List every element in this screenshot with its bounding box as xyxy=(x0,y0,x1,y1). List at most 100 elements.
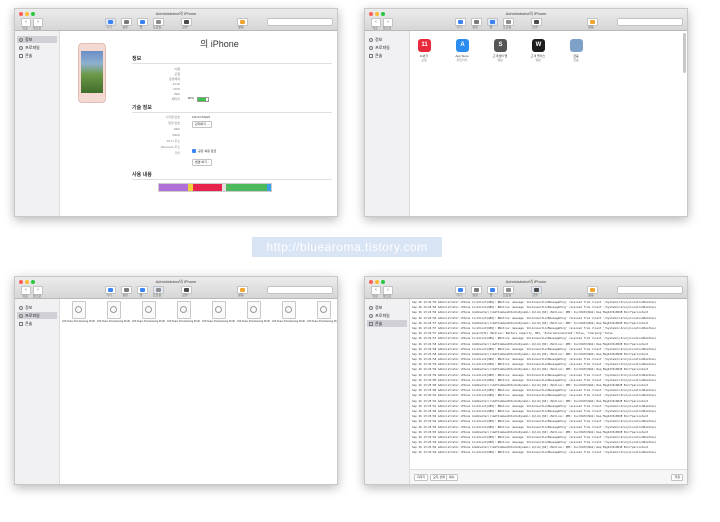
app-icon[interactable] xyxy=(570,39,583,52)
window-title: Administrator의 iPhone xyxy=(505,11,547,16)
log-line: Sep 26 13:24:59 Administrator-iPhone Com… xyxy=(412,367,649,372)
log-line: Sep 26 13:25:03 Administrator-iPhone loc… xyxy=(412,424,657,429)
sidebar-item-2[interactable]: 콘솔 xyxy=(17,320,57,327)
toolbar-label: 프로필 xyxy=(502,293,512,297)
log-line: Sep 26 13:25:02 Administrator-iPhone loc… xyxy=(412,419,657,424)
window-console: Administrator의 iPhone ‹ › 뒤로 앞으로 기기 설정 앱 프로필 콘솔 활동… xyxy=(364,276,688,485)
sidebar-item-label: 콘솔 xyxy=(25,53,33,58)
app-icon[interactable]: W xyxy=(532,39,545,52)
app-icon[interactable]: A xyxy=(456,39,469,52)
console-log[interactable]: Sep 26 13:24:56 Administrator-iPhone loc… xyxy=(412,300,683,460)
profile-file-icon[interactable] xyxy=(107,301,121,319)
gear-icon xyxy=(180,306,187,313)
info-icon xyxy=(19,37,23,42)
gear-icon xyxy=(75,306,82,313)
toolbar-icon xyxy=(108,288,113,292)
console-icon xyxy=(19,321,23,326)
toolbar-icon xyxy=(506,288,511,292)
toolbar-icon xyxy=(490,20,495,24)
app-category: 생활 xyxy=(535,58,541,62)
toolbar-label: 콘솔 xyxy=(532,25,538,29)
toolbar-icon xyxy=(534,20,539,24)
toolbar-icon xyxy=(240,20,245,24)
usage-bar xyxy=(158,183,272,192)
sidebar-item-label: 콘솔 xyxy=(375,321,383,326)
console-button-2[interactable]: 복사 xyxy=(446,474,458,481)
sidebar-item-2[interactable]: 콘솔 xyxy=(17,52,57,59)
sidebar-item-label: 콘솔 xyxy=(25,321,33,326)
scrollbar[interactable] xyxy=(683,33,686,73)
back-label: 뒤로 xyxy=(22,26,28,30)
sidebar-item-0[interactable]: 정보 xyxy=(367,304,407,311)
toolbar-icon xyxy=(108,20,113,24)
sidebar-item-0[interactable]: 정보 xyxy=(17,304,57,311)
log-line: Sep 26 13:24:58 Administrator-iPhone Com… xyxy=(412,341,649,346)
gear-icon xyxy=(369,45,373,50)
forward-label: 앞으로 xyxy=(32,26,42,30)
tech-label: 기타 xyxy=(174,151,180,155)
profile-file-label: iOS Team Provisioning Profile: * xyxy=(62,320,95,323)
factory-lock-checkbox[interactable] xyxy=(192,149,196,153)
log-line: Sep 26 13:24:57 Administrator-iPhone loc… xyxy=(412,336,657,341)
profile-file-icon[interactable] xyxy=(212,301,226,319)
window-apps: Administrator의 iPhone ‹ › 뒤로 앞으로 기기 설정 앱 프로필 콘솔 활동… xyxy=(364,8,688,217)
profile-file-icon[interactable] xyxy=(247,301,261,319)
toolbar-label: 설정 xyxy=(472,25,478,29)
sidebar-item-2[interactable]: 콘솔 xyxy=(367,52,407,59)
toolbar-label: 앱 xyxy=(489,293,493,297)
gear-icon xyxy=(215,306,222,313)
search-input[interactable] xyxy=(267,286,333,294)
gear-icon xyxy=(19,313,23,318)
search-input[interactable] xyxy=(617,18,683,26)
profile-file-icon[interactable] xyxy=(72,301,86,319)
toolbar-icon xyxy=(458,288,463,292)
sidebar: 정보 프로파일콘솔 xyxy=(15,299,60,484)
info-label: 운영체제 xyxy=(168,77,180,81)
battery-bar xyxy=(197,97,209,102)
sidebar-item-2[interactable]: 콘솔 xyxy=(367,320,407,327)
sidebar-item-1[interactable]: 프로파일 xyxy=(367,44,407,51)
sidebar-item-1[interactable]: 프로파일 xyxy=(17,44,57,51)
toolbar-icon xyxy=(458,20,463,24)
profile-file-icon[interactable] xyxy=(282,301,296,319)
toolbar-icon xyxy=(474,20,479,24)
app-icon[interactable]: 11 xyxy=(418,39,431,52)
sidebar-item-label: 정보 xyxy=(375,37,383,42)
profile-file-icon[interactable] xyxy=(317,301,331,319)
toolbar-label: 기기 xyxy=(106,25,112,29)
toolbar-label: 콘솔 xyxy=(532,293,538,297)
sidebar-item-0[interactable]: 정보 xyxy=(367,36,407,43)
profile-file-icon[interactable] xyxy=(142,301,156,319)
app-badge: S xyxy=(498,42,503,48)
tech-label: Wi-Fi 주소 xyxy=(166,139,180,143)
sidebar-item-1[interactable]: 프로파일 xyxy=(17,312,57,319)
save-button[interactable]: 저장 xyxy=(671,474,683,481)
console-button-0[interactable]: 지우기 xyxy=(414,474,429,481)
gear-icon xyxy=(285,306,292,313)
sidebar-item-0[interactable]: 정보 xyxy=(17,36,57,43)
toolbar-icon xyxy=(590,20,595,24)
toolbar-icon xyxy=(156,288,161,292)
device-name: 의 iPhone xyxy=(200,39,239,49)
profile-file-label: iOS Team Provisioning Profile: * xyxy=(272,320,305,323)
profile-file-label: iOS Team Provisioning Profile: * xyxy=(237,320,270,323)
app-category: 생활 xyxy=(497,58,503,62)
profiles-content: iOS Team Provisioning Profile: *iOS Team… xyxy=(60,299,337,484)
tech-label: Bluetooth 주소 xyxy=(160,145,180,149)
app-icon[interactable]: S xyxy=(494,39,507,52)
search-input[interactable] xyxy=(267,18,333,26)
info-label: UDID xyxy=(172,87,180,91)
tech-label: MEID xyxy=(172,133,181,137)
app-badge: W xyxy=(535,42,542,48)
toolbar-icon xyxy=(124,20,129,24)
profile-file-icon[interactable] xyxy=(177,301,191,319)
tech-label: IMEI xyxy=(173,127,180,131)
sidebar-item-1[interactable]: 프로파일 xyxy=(367,312,407,319)
toolbar-icon xyxy=(184,288,189,292)
search-input[interactable] xyxy=(617,286,683,294)
change-button[interactable]: 변경 하기... xyxy=(192,159,213,166)
section-tech: 기술 정보 xyxy=(132,105,152,111)
title-bar: Administrator의 iPhone ‹ › 뒤로 앞으로 기기 설정 앱 프로필 콘솔 활동 xyxy=(365,277,687,299)
info-icon xyxy=(369,37,373,42)
manage-button[interactable]: 관리하기... xyxy=(192,121,212,128)
